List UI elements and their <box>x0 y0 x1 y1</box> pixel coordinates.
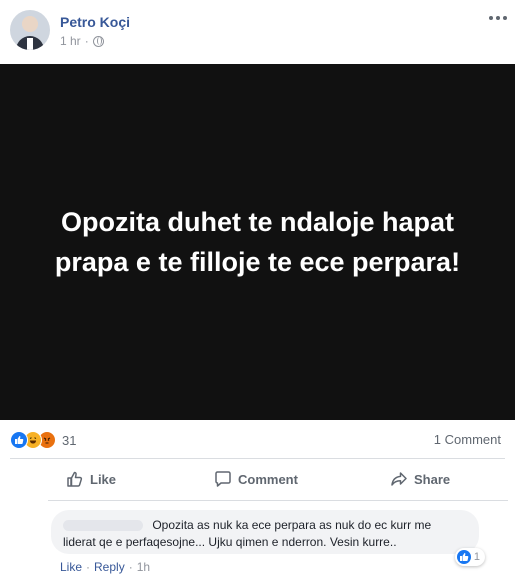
comment-reaction-count: 1 <box>473 551 480 563</box>
comments-count-link[interactable]: 1 Comment <box>434 432 501 447</box>
like-label: Like <box>90 471 117 487</box>
comment-reply-link[interactable]: Reply <box>94 560 125 574</box>
dot <box>496 16 500 20</box>
divider <box>10 458 505 459</box>
post-action-bar: Like Comment Share <box>48 462 508 498</box>
dot <box>503 16 507 20</box>
reactions-summary[interactable]: 31 <box>10 430 76 450</box>
thumbs-up-icon <box>67 471 83 487</box>
post-image-text: Opozita duhet te ndaloje hapat prapa e t… <box>54 207 461 277</box>
comment-reaction-badge[interactable]: 1 <box>454 548 485 566</box>
post-header: Petro Koçi 1 hr · <box>10 8 507 56</box>
comment-separator: · <box>128 560 133 574</box>
facebook-post-card: Petro Koçi 1 hr · Opozita duhet te ndalo… <box>0 0 515 585</box>
like-button[interactable]: Like <box>66 470 116 488</box>
like-reaction-icon <box>10 431 28 449</box>
comment-button[interactable]: Comment <box>214 470 298 488</box>
comment-actions: Like · Reply · 1h <box>60 560 150 574</box>
post-meta: 1 hr · <box>60 34 104 48</box>
share-icon <box>391 472 407 486</box>
reaction-count: 31 <box>62 432 77 448</box>
post-time[interactable]: 1 hr <box>60 34 81 48</box>
dot <box>489 16 493 20</box>
author-name[interactable]: Petro Koçi <box>60 14 130 30</box>
comment-bubble[interactable]: Opozita as nuk ka ece perpara as nuk do … <box>51 510 479 554</box>
divider <box>48 500 508 501</box>
avatar-shirt <box>27 38 33 50</box>
like-reaction-icon <box>456 550 471 564</box>
more-options-icon[interactable] <box>489 16 507 22</box>
meta-separator: · <box>84 34 89 48</box>
comment-time[interactable]: 1h <box>137 560 150 574</box>
author-avatar[interactable] <box>10 10 50 50</box>
comment-separator: · <box>86 560 91 574</box>
share-button[interactable]: Share <box>390 470 450 488</box>
comment-label: Comment <box>238 471 298 487</box>
comment-icon <box>215 471 231 487</box>
post-image[interactable]: Opozita duhet te ndaloje hapat prapa e t… <box>0 64 515 420</box>
share-label: Share <box>414 471 451 487</box>
commenter-name-blurred <box>63 520 143 532</box>
comment-like-link[interactable]: Like <box>60 560 82 574</box>
globe-icon[interactable] <box>92 35 104 47</box>
